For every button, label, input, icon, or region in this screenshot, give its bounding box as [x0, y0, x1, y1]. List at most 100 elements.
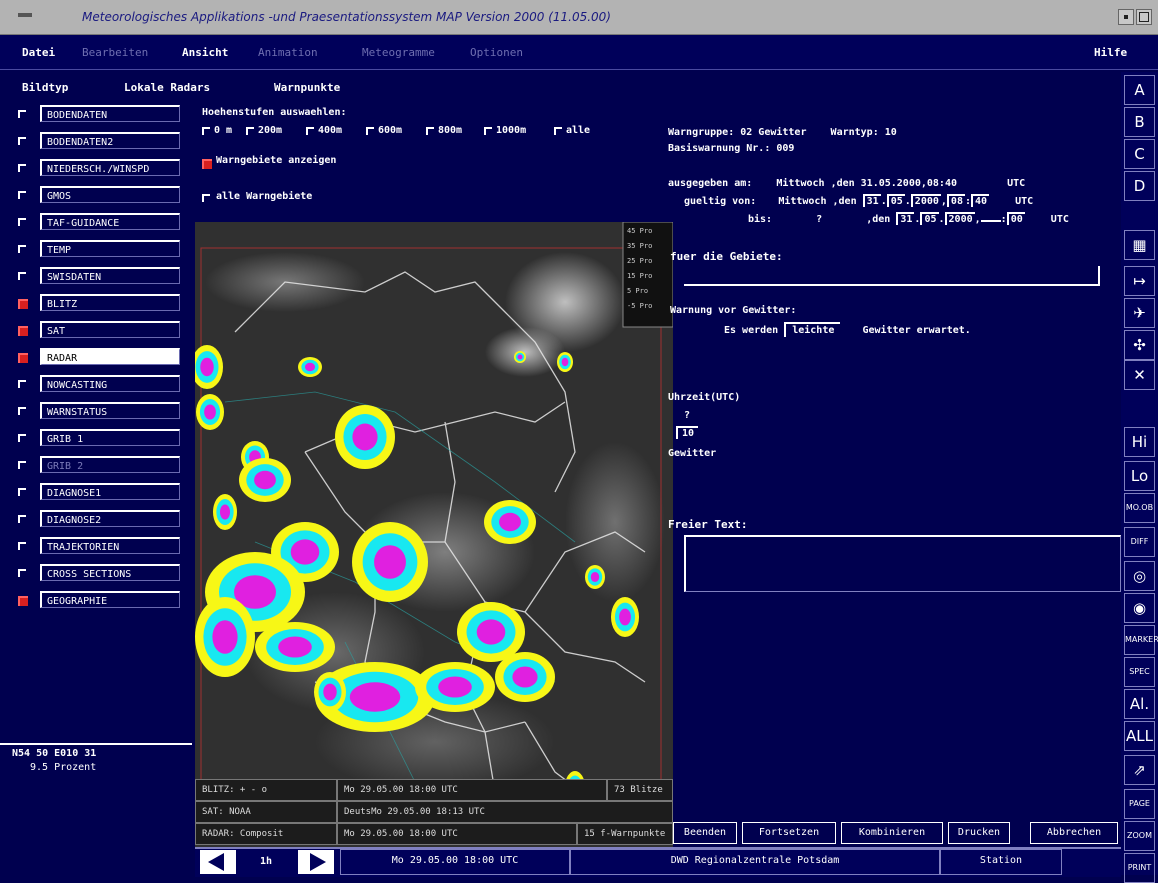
cursor-icon[interactable]: ⇗ — [1124, 755, 1155, 785]
all-icon[interactable]: ALL — [1124, 721, 1155, 751]
layer-item[interactable]: TAF-GUIDANCE — [18, 212, 188, 234]
layer-item[interactable]: TRAJEKTORIEN — [18, 536, 188, 558]
al-icon[interactable]: Al. — [1124, 689, 1155, 719]
menu-optionen[interactable]: Optionen — [470, 46, 523, 59]
fortsetzen-button[interactable]: Fortsetzen — [742, 822, 836, 844]
layer-item[interactable]: GEOGRAPHIE — [18, 590, 188, 612]
station-button[interactable]: Station — [940, 849, 1062, 875]
checkbox-icon[interactable] — [18, 326, 28, 336]
zoom-icon[interactable]: ZOOM — [1124, 821, 1155, 851]
checkbox-icon[interactable] — [18, 299, 28, 309]
tb-warnpunkte[interactable]: Warnpunkte — [274, 81, 340, 94]
layer-item[interactable]: NIEDERSCH./WINSPD — [18, 158, 188, 180]
checkbox-icon[interactable] — [18, 596, 28, 606]
arrow-icon[interactable]: ↦ — [1124, 266, 1155, 296]
layer-label[interactable]: BODENDATEN — [40, 105, 180, 122]
layer-label[interactable]: GEOGRAPHIE — [40, 591, 180, 608]
checkbox-icon[interactable] — [18, 515, 26, 523]
checkbox-icon[interactable] — [18, 488, 26, 496]
layer-label[interactable]: CROSS SECTIONS — [40, 564, 180, 581]
layer-label[interactable]: GMOS — [40, 186, 180, 203]
checkbox-icon[interactable] — [18, 164, 26, 172]
menu-animation[interactable]: Animation — [258, 46, 318, 59]
gueltig-hour-input[interactable]: 08 — [946, 194, 965, 207]
mo-ob-icon[interactable]: MO.OB — [1124, 493, 1155, 523]
bis-year-input[interactable]: 2000 — [944, 212, 975, 225]
abbrechen-button[interactable]: Abbrechen — [1030, 822, 1118, 844]
layer-label[interactable]: BLITZ — [40, 294, 180, 311]
layer-item[interactable]: BODENDATEN — [18, 104, 188, 126]
layer-item[interactable]: SWISDATEN — [18, 266, 188, 288]
checkbox-icon[interactable] — [18, 353, 28, 363]
checkbox-icon[interactable] — [18, 191, 26, 199]
gueltig-day-input[interactable]: 31 — [862, 194, 881, 207]
swirl-icon[interactable]: ◎ — [1124, 561, 1155, 591]
page-icon[interactable]: PAGE — [1124, 789, 1155, 819]
drucken-button[interactable]: Drucken — [948, 822, 1010, 844]
tb-bildtyp[interactable]: Bildtyp — [22, 81, 68, 94]
checkbox-icon[interactable] — [18, 434, 26, 442]
layer-label[interactable]: TAF-GUIDANCE — [40, 213, 180, 230]
layer-item[interactable]: BLITZ — [18, 293, 188, 315]
next-button[interactable] — [298, 850, 334, 874]
prev-button[interactable] — [200, 850, 236, 874]
c-icon[interactable]: C — [1124, 139, 1155, 169]
layer-item[interactable]: GRIB 1 — [18, 428, 188, 450]
layer-item[interactable]: DIAGNOSE2 — [18, 509, 188, 531]
layer-item[interactable]: GRIB 2 — [18, 455, 188, 477]
uhrzeit-input[interactable]: 10 — [676, 426, 699, 439]
layer-label[interactable]: GRIB 1 — [40, 429, 180, 446]
layer-label[interactable]: SAT — [40, 321, 180, 338]
sat-icon[interactable]: ✣ — [1124, 330, 1155, 360]
marker-icon[interactable]: MARKER — [1124, 625, 1158, 655]
layer-label[interactable]: SWISDATEN — [40, 267, 180, 284]
window-menu-icon[interactable] — [18, 13, 32, 17]
b-icon[interactable]: B — [1124, 107, 1155, 137]
layer-item[interactable]: GMOS — [18, 185, 188, 207]
hi-icon[interactable]: Hi — [1124, 427, 1155, 457]
bis-month-input[interactable]: 05 — [920, 212, 939, 225]
grid-icon[interactable]: ▦ — [1124, 230, 1155, 260]
gebiete-input[interactable] — [684, 266, 1100, 286]
a-icon[interactable]: A — [1124, 75, 1155, 105]
checkbox-icon[interactable] — [18, 110, 26, 118]
checkbox-icon[interactable] — [18, 542, 26, 550]
gueltig-month-input[interactable]: 05 — [886, 194, 905, 207]
checkbox-icon[interactable] — [18, 569, 26, 577]
layer-label[interactable]: TEMP — [40, 240, 180, 257]
lo-icon[interactable]: Lo — [1124, 461, 1155, 491]
radar-map[interactable]: 45 Pro 35 Pro 25 Pro 15 Pro 5 Pro -5 Pro BLIT… — [195, 222, 673, 847]
layer-label[interactable]: TRAJEKTORIEN — [40, 537, 180, 554]
menu-datei[interactable]: Datei — [22, 46, 55, 59]
diff-mo-ob-icon[interactable]: DIFF — [1124, 527, 1155, 557]
bis-day-input[interactable]: 31 — [896, 212, 915, 225]
spec-icon[interactable]: SPEC — [1124, 657, 1155, 687]
layer-item[interactable]: CROSS SECTIONS — [18, 563, 188, 585]
layer-label[interactable]: NIEDERSCH./WINSPD — [40, 159, 180, 176]
checkbox-icon[interactable] — [18, 407, 26, 415]
layer-item[interactable]: NOWCASTING — [18, 374, 188, 396]
layer-label[interactable]: WARNSTATUS — [40, 402, 180, 419]
layer-item[interactable]: RADAR — [18, 347, 188, 369]
checkbox-icon[interactable] — [18, 272, 26, 280]
layer-label[interactable]: NOWCASTING — [40, 375, 180, 392]
layer-label[interactable]: BODENDATEN2 — [40, 132, 180, 149]
checkbox-icon[interactable] — [18, 218, 26, 226]
layer-item[interactable]: TEMP — [18, 239, 188, 261]
gueltig-year-input[interactable]: 2000 — [910, 194, 941, 207]
bis-minute-input[interactable]: 00 — [1006, 212, 1025, 225]
layer-label[interactable]: DIAGNOSE2 — [40, 510, 180, 527]
freier-text-input[interactable] — [684, 535, 1121, 592]
print-icon[interactable]: PRINT — [1124, 853, 1155, 883]
menu-meteogramme[interactable]: Meteogramme — [362, 46, 435, 59]
menu-hilfe[interactable]: Hilfe — [1094, 46, 1127, 59]
kombinieren-button[interactable]: Kombinieren — [841, 822, 943, 844]
bis-hour-input[interactable] — [980, 220, 1001, 222]
checkbox-icon[interactable] — [18, 461, 26, 469]
x-icon[interactable]: ✕ — [1124, 360, 1155, 390]
menu-ansicht[interactable]: Ansicht — [182, 46, 228, 59]
checkbox-icon[interactable] — [18, 380, 26, 388]
checkbox-icon[interactable] — [18, 137, 26, 145]
d-icon[interactable]: D — [1124, 171, 1155, 201]
layer-label[interactable]: DIAGNOSE1 — [40, 483, 180, 500]
